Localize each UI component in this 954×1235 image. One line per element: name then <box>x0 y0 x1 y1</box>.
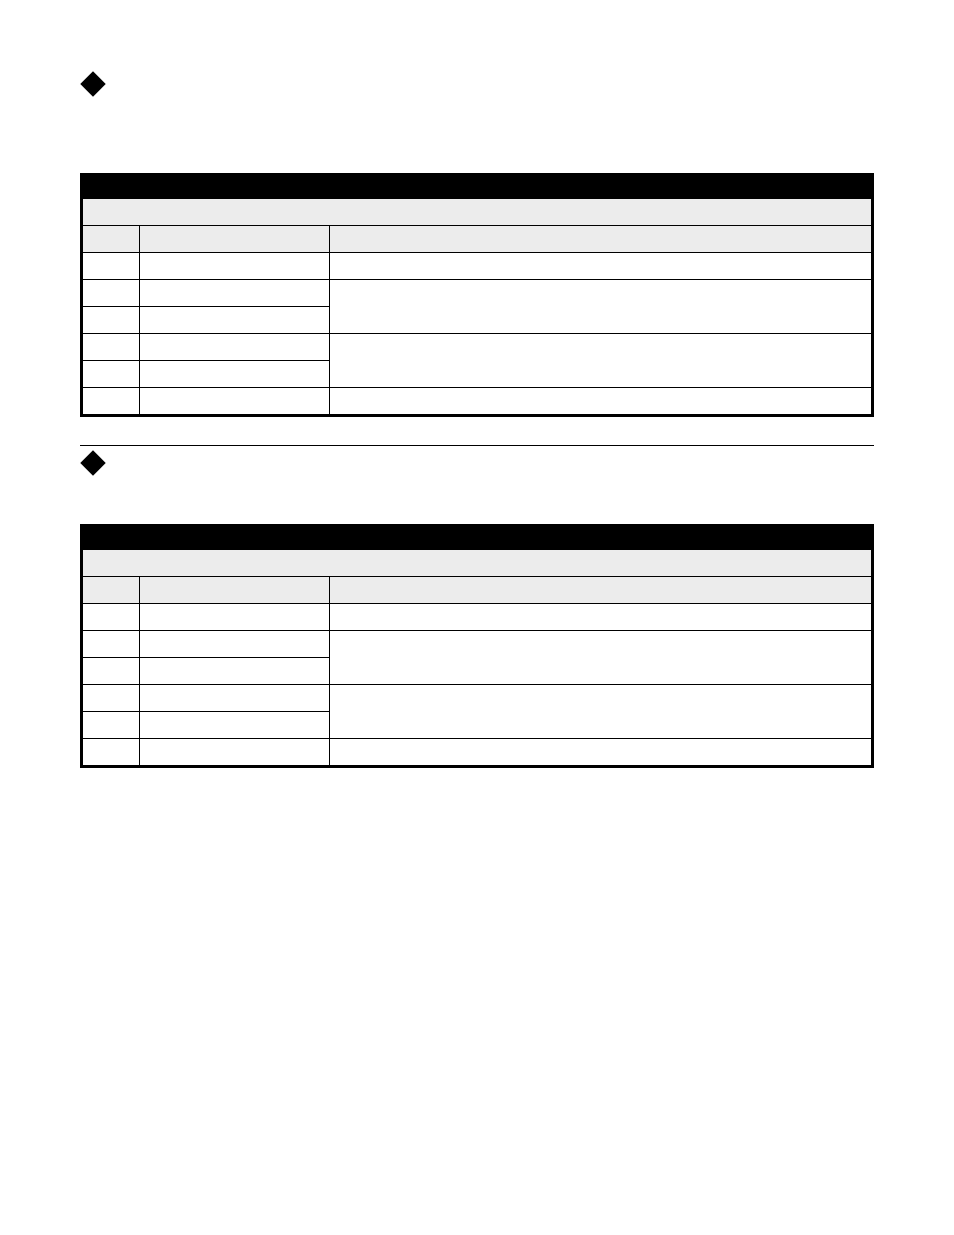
cell <box>330 253 873 280</box>
data-table <box>80 524 874 768</box>
section-divider <box>80 445 874 446</box>
cell <box>330 685 873 739</box>
col-header <box>82 577 140 604</box>
table-row <box>82 604 873 631</box>
table-row <box>82 334 873 361</box>
cell <box>330 334 873 388</box>
cell <box>82 604 140 631</box>
cell <box>82 280 140 307</box>
cell <box>330 388 873 416</box>
cell <box>82 388 140 416</box>
table-row <box>82 388 873 416</box>
cell <box>82 685 140 712</box>
cell <box>82 307 140 334</box>
table-title <box>82 175 873 199</box>
col-header <box>140 226 330 253</box>
cell <box>82 712 140 739</box>
cell <box>82 361 140 388</box>
cell <box>140 253 330 280</box>
section-intro <box>80 99 874 159</box>
col-header <box>140 577 330 604</box>
diamond-bullet-icon <box>80 450 105 475</box>
cell <box>330 739 873 767</box>
col-header <box>82 226 140 253</box>
table-header-row <box>82 577 873 604</box>
cell <box>140 685 330 712</box>
table-row <box>82 685 873 712</box>
cell <box>82 739 140 767</box>
table-title-row <box>82 175 873 199</box>
cell <box>140 658 330 685</box>
table-title <box>82 526 873 550</box>
cell <box>140 631 330 658</box>
cell <box>140 388 330 416</box>
table-subhead-row <box>82 199 873 226</box>
cell <box>140 712 330 739</box>
table-header-row <box>82 226 873 253</box>
cell <box>82 658 140 685</box>
table-subhead <box>82 550 873 577</box>
section-header <box>80 454 874 472</box>
cell <box>140 739 330 767</box>
table-subhead-row <box>82 550 873 577</box>
table-subhead <box>82 199 873 226</box>
col-header <box>330 226 873 253</box>
cell <box>140 307 330 334</box>
cell <box>330 631 873 685</box>
cell <box>330 604 873 631</box>
cell <box>82 631 140 658</box>
cell <box>140 361 330 388</box>
cell <box>82 253 140 280</box>
cell <box>82 334 140 361</box>
diamond-bullet-icon <box>80 71 105 96</box>
cell <box>140 604 330 631</box>
table-row <box>82 739 873 767</box>
table-row <box>82 253 873 280</box>
cell <box>330 280 873 334</box>
cell <box>140 280 330 307</box>
cell <box>140 334 330 361</box>
table-row <box>82 631 873 658</box>
page <box>0 0 954 1235</box>
section-intro <box>80 478 874 510</box>
data-table <box>80 173 874 417</box>
section-header <box>80 75 874 93</box>
table-title-row <box>82 526 873 550</box>
col-header <box>330 577 873 604</box>
table-row <box>82 280 873 307</box>
